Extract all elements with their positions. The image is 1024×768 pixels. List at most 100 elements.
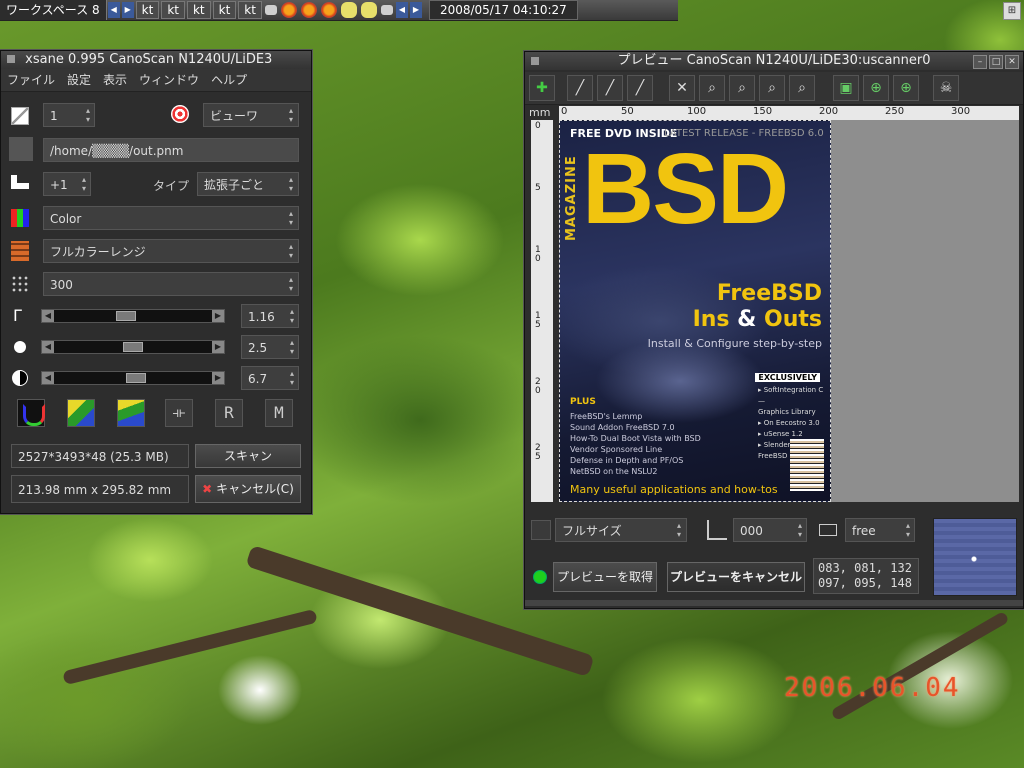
media-icon[interactable]: M <box>265 399 293 427</box>
zoom-in-icon[interactable]: ⌕ <box>729 75 755 101</box>
gamma-value[interactable]: 1.16 <box>241 304 299 328</box>
cancel-scan-button[interactable]: ✖ キャンセル(C) <box>195 475 301 503</box>
filename-input[interactable]: /home/▒▒▒▒/out.pnm <box>43 138 299 162</box>
rgb-readout-line: 097, 095, 148 <box>818 576 912 590</box>
brightness-value[interactable]: 2.5 <box>241 335 299 359</box>
color-mode-select[interactable]: Color <box>43 206 299 230</box>
rotation-spinbox[interactable]: 000 <box>733 518 807 542</box>
scan-button[interactable]: スキャン <box>195 444 301 468</box>
pipette-gray-icon[interactable]: ╱ <box>597 75 623 101</box>
workspace-prev-icon[interactable]: ◀ <box>107 2 120 18</box>
slider-right-arrow[interactable]: ▶ <box>212 310 224 322</box>
zoom-area-icon[interactable]: ⌕ <box>759 75 785 101</box>
horizontal-scrollbar[interactable] <box>525 600 1023 606</box>
menu-settings[interactable]: 設定 <box>61 69 97 91</box>
zoom-undo-icon[interactable]: ⌕ <box>789 75 815 101</box>
contrast-value[interactable]: 6.7 <box>241 366 299 390</box>
firefox-icon[interactable] <box>280 2 297 18</box>
delete-preview-icon[interactable]: ☠ <box>933 75 959 101</box>
slider-thumb[interactable] <box>116 311 137 321</box>
gamma-slider[interactable]: ◀ ▶ <box>41 309 225 323</box>
workspace-next-icon[interactable]: ▶ <box>121 2 134 18</box>
list-item: ▸ On Eecostro 3.0 <box>758 419 820 427</box>
select-area-icon[interactable]: ✚ <box>529 75 555 101</box>
restore-icon[interactable]: R <box>215 399 243 427</box>
minimize-icon[interactable]: – <box>973 55 987 69</box>
color-range-select[interactable]: フルカラーレンジ <box>43 239 299 263</box>
acquire-preview-button[interactable]: プレビューを取得 <box>553 562 657 592</box>
window-titlebar[interactable]: xsane 0.995 CanoScan N1240U/LiDE3 <box>1 51 311 69</box>
task-button[interactable]: kt <box>186 1 211 19</box>
brightness-slider[interactable]: ◀ ▶ <box>41 340 225 354</box>
preview-canvas[interactable]: FREE DVD INSIDE LATEST RELEASE - FREEBSD… <box>559 120 1019 502</box>
list-item: NetBSD on the NSLU2 <box>570 467 658 476</box>
workspace-prev-icon[interactable]: ◀ <box>395 2 408 18</box>
auto-raise-icon[interactable]: ⊕ <box>893 75 919 101</box>
scanned-magazine-cover[interactable]: FREE DVD INSIDE LATEST RELEASE - FREEBSD… <box>559 120 831 502</box>
firefox-icon[interactable] <box>300 2 317 18</box>
workspace-label[interactable]: ワークスペース 8 <box>0 0 107 20</box>
zoom-out-icon[interactable]: ⌕ <box>699 75 725 101</box>
slider-left-arrow[interactable]: ◀ <box>42 341 54 353</box>
scanner-icon[interactable] <box>360 2 377 18</box>
full-area-icon[interactable]: ▣ <box>833 75 859 101</box>
maximize-icon[interactable]: □ <box>989 55 1003 69</box>
preset-area-select[interactable]: フルサイズ <box>555 518 687 542</box>
copies-spinbox[interactable]: 1 <box>43 103 95 127</box>
pipette-white-icon[interactable]: ╱ <box>567 75 593 101</box>
status-led-icon <box>533 570 547 584</box>
slider-right-arrow[interactable]: ▶ <box>212 372 224 384</box>
close-icon[interactable]: ✕ <box>1005 55 1019 69</box>
enhancement-icon[interactable]: ⟛ <box>165 399 193 427</box>
histogram-icon[interactable] <box>17 399 45 427</box>
cancel-x-icon: ✖ <box>202 482 213 496</box>
ruler-tick: 5 <box>535 183 541 193</box>
cancel-preview-button[interactable]: プレビューをキャンセル <box>667 562 805 592</box>
resolution-select[interactable]: 300 <box>43 272 299 296</box>
floppy-icon[interactable] <box>9 137 33 161</box>
menu-view[interactable]: 表示 <box>97 69 133 91</box>
list-item: Sound Addon FreeBSD 7.0 <box>570 423 675 432</box>
workspace-next-icon[interactable]: ▶ <box>409 2 422 18</box>
window-titlebar[interactable]: プレビュー CanoScan N1240U/LiDE30:uscanner0 –… <box>525 52 1023 70</box>
titlebar-menu-icon[interactable] <box>7 55 15 63</box>
viewer-mode-select[interactable]: ビューワ <box>203 103 299 127</box>
slider-thumb[interactable] <box>125 373 146 383</box>
scanner-icon[interactable] <box>340 2 357 18</box>
slider-left-arrow[interactable]: ◀ <box>42 372 54 384</box>
firefox-icon[interactable] <box>320 2 337 18</box>
advanced-options-icon[interactable] <box>117 399 145 427</box>
aspect-ratio-spinbox[interactable]: free <box>845 518 915 542</box>
task-button[interactable]: kt <box>212 1 237 19</box>
zoom-reset-icon[interactable]: ✕ <box>669 75 695 101</box>
auto-select-icon[interactable]: ⊕ <box>863 75 889 101</box>
cover-headline: FreeBSD Ins & Outs <box>693 281 822 333</box>
standard-options-icon[interactable] <box>67 399 95 427</box>
contrast-slider[interactable]: ◀ ▶ <box>41 371 225 385</box>
window-icon[interactable] <box>380 5 393 15</box>
menu-file[interactable]: ファイル <box>1 69 61 91</box>
terminal-icon[interactable] <box>264 5 277 15</box>
slider-thumb[interactable] <box>123 342 143 352</box>
task-button[interactable]: kt <box>238 1 262 19</box>
file-type-select[interactable]: 拡張子ごと <box>197 172 299 196</box>
brightness-icon <box>14 341 26 353</box>
film-icon <box>11 241 29 261</box>
menu-help[interactable]: ヘルプ <box>205 69 253 91</box>
preview-window: プレビュー CanoScan N1240U/LiDE30:uscanner0 –… <box>524 51 1024 609</box>
desktop-menu-icon[interactable]: ⊞ <box>1003 2 1021 20</box>
menu-window[interactable]: ウィンドウ <box>133 69 205 91</box>
slider-right-arrow[interactable]: ▶ <box>212 341 224 353</box>
color-mode-icon <box>11 209 29 227</box>
preset-area-icon[interactable] <box>531 520 551 540</box>
cover-headline-line1: FreeBSD <box>716 281 822 306</box>
slider-left-arrow[interactable]: ◀ <box>42 310 54 322</box>
filename-step-spinbox[interactable]: +1 <box>43 172 91 196</box>
histogram-curve <box>23 404 45 426</box>
preview-toolbar: ✚ ╱ ╱ ╱ ✕ ⌕ ⌕ ⌕ ⌕ ▣ ⊕ ⊕ ☠ <box>525 72 1023 105</box>
task-button[interactable]: kt <box>135 1 160 19</box>
pipette-black-icon[interactable]: ╱ <box>627 75 653 101</box>
ruler-tick: 0 <box>561 106 568 117</box>
task-button[interactable]: kt <box>161 1 185 19</box>
titlebar-menu-icon[interactable] <box>531 57 539 65</box>
